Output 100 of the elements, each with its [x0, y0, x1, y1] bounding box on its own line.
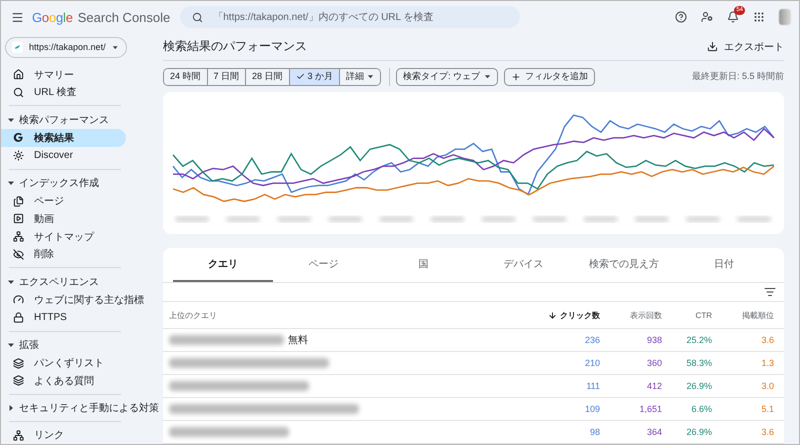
tab[interactable]: ページ: [273, 248, 374, 282]
table-cell: 360: [646, 358, 662, 368]
table-cell: 3.0: [761, 381, 774, 391]
table-cell: 26.9%: [686, 427, 712, 437]
table-cell: 26.9%: [686, 381, 712, 391]
blurred-axis-label: [532, 216, 567, 222]
search-type-dropdown[interactable]: 検索タイプ: ウェブ: [396, 68, 498, 86]
table-cell: 210: [584, 358, 600, 368]
date-range-chip[interactable]: 24 時間: [164, 68, 208, 84]
g-logo-icon: [13, 132, 24, 144]
section-header[interactable]: セキュリティと手動による対策: [1, 398, 161, 418]
sort-arrow-icon: [548, 310, 557, 320]
add-filter-button[interactable]: フィルタを追加: [504, 68, 596, 86]
plus-icon: [511, 72, 522, 82]
table-cell: 5.1: [761, 404, 774, 414]
sidebar-item[interactable]: 検索結果: [1, 128, 126, 147]
search-field[interactable]: 「https://takapon.net/」内のすべての URL を検査: [180, 6, 520, 28]
table-cell: 1.3: [761, 358, 774, 368]
check-icon: [296, 72, 305, 81]
sidebar-item-icon: [13, 375, 24, 386]
property-selector[interactable]: https://takapon.net/: [5, 37, 127, 58]
blurred-axis-label: [430, 216, 464, 222]
sidebar-item-icon: [13, 248, 24, 260]
blurred-axis-label: [584, 216, 618, 222]
caret-icon: [484, 73, 492, 80]
table-cell: 6.6%: [691, 404, 712, 414]
table-cell: 938: [646, 335, 662, 345]
column-header[interactable]: 上位のクエリ: [169, 310, 217, 320]
last-updated: 最終更新日: 5.5 時間前: [692, 70, 784, 83]
table-cell: 111: [586, 381, 600, 391]
sidebar-item[interactable]: HTTPS: [1, 308, 126, 326]
sidebar-item-icon: [13, 358, 24, 369]
dropdown-caret-icon: [112, 44, 118, 51]
section-header[interactable]: エクスペリエンス: [1, 272, 161, 291]
page-title: 検索結果のパフォーマンス: [163, 38, 307, 55]
blurred-axis-label: [379, 216, 414, 222]
site-icon: [12, 41, 24, 54]
sidebar-item[interactable]: パンくずリスト: [1, 354, 126, 372]
sidebar-item-icon: [13, 430, 24, 441]
table-cell: 3.6: [761, 335, 774, 345]
tab[interactable]: 国: [373, 248, 474, 282]
table-cell: 364: [646, 427, 662, 437]
sidebar-item[interactable]: よくある質問: [1, 372, 126, 390]
table-cell: 98: [590, 427, 600, 437]
blurred-axis-label: [328, 216, 362, 222]
caret-icon: [367, 73, 374, 80]
sidebar-item-icon: [13, 86, 24, 98]
export-button[interactable]: エクスポート: [707, 40, 784, 54]
product-name: Search Console: [78, 10, 170, 24]
sidebar-item[interactable]: 削除: [1, 246, 126, 264]
column-header[interactable]: 掲載順位: [742, 310, 774, 320]
sidebar-item[interactable]: Discover: [1, 146, 126, 164]
menu-icon[interactable]: [11, 10, 24, 24]
blurred-axis-label: [482, 216, 516, 222]
table-cell: 236: [584, 335, 600, 345]
section-header[interactable]: 検索パフォーマンス: [1, 110, 161, 129]
column-header[interactable]: クリック数: [548, 310, 600, 320]
sidebar-item[interactable]: ページ: [1, 192, 126, 210]
sidebar-item-icon: [13, 69, 24, 80]
google-logo: Google: [32, 10, 73, 24]
blurred-axis-label: [175, 216, 210, 222]
blurred-axis-label: [226, 216, 260, 222]
section-header[interactable]: インデックス作成: [1, 173, 161, 192]
sidebar-item-icon: [13, 213, 24, 224]
section-header[interactable]: 拡張: [1, 335, 161, 354]
table-cell: 58.3%: [686, 358, 712, 368]
sidebar-item[interactable]: 動画: [1, 210, 126, 228]
tab[interactable]: 日付: [674, 248, 774, 282]
column-header[interactable]: 表示回数: [630, 310, 662, 320]
blurred-axis-label: [686, 216, 720, 222]
table-cell: 412: [646, 381, 662, 391]
sidebar-item[interactable]: ウェブに関する主な指標: [1, 290, 150, 309]
sidebar-item[interactable]: サマリー: [1, 66, 126, 84]
filter-icon[interactable]: [764, 286, 776, 298]
help-icon[interactable]: [675, 11, 687, 23]
blurred-axis-label: [736, 216, 771, 222]
apps-icon[interactable]: [753, 11, 765, 23]
user-gear-icon[interactable]: [701, 11, 713, 23]
tab[interactable]: 検索での見え方: [574, 248, 674, 282]
column-header[interactable]: CTR: [696, 310, 712, 320]
sidebar-item[interactable]: サイトマップ: [1, 228, 126, 246]
search-icon: [192, 12, 204, 22]
date-range-chip[interactable]: 3 か月: [290, 68, 340, 84]
sidebar-item-icon: [13, 196, 24, 207]
table-cell: 1,651: [639, 404, 662, 414]
tab[interactable]: クエリ: [173, 248, 274, 282]
download-icon: [707, 41, 718, 52]
sidebar-item-icon: [13, 231, 24, 242]
blurred-axis-label: [634, 216, 669, 222]
query-text: 無料: [288, 334, 308, 347]
table-cell: 109: [584, 404, 600, 414]
table-cell: 3.6: [761, 427, 774, 437]
sidebar-item[interactable]: URL 検査: [1, 84, 126, 102]
sidebar-item-icon: [13, 294, 24, 306]
table-cell: 25.2%: [686, 335, 712, 345]
sidebar-item-icon: [13, 150, 24, 162]
sidebar-item-icon: [13, 312, 24, 324]
tab[interactable]: デバイス: [474, 248, 574, 282]
blurred-axis-label: [277, 216, 312, 222]
sidebar-item[interactable]: リンク: [1, 426, 126, 444]
